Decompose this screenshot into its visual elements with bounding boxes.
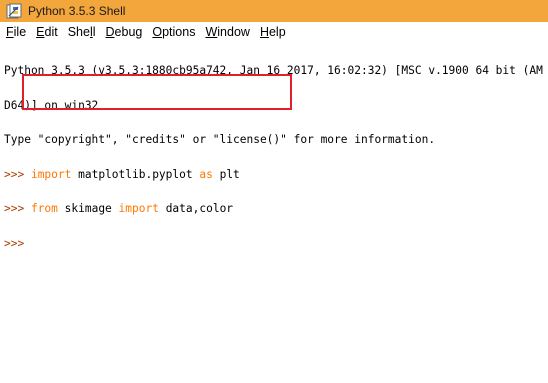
menu-edit-mnemonic: E [36, 25, 45, 39]
menu-options[interactable]: Options [152, 25, 195, 39]
keyword-import: import [118, 202, 159, 215]
title-bar[interactable]: Python 3.5.3 Shell [0, 0, 548, 22]
menu-file[interactable]: File [6, 25, 26, 39]
command-line-3[interactable]: >>> [0, 236, 548, 250]
shell-text-area[interactable]: Python 3.5.3 (v3.5.3:1880cb95a742, Jan 1… [0, 42, 548, 383]
menu-shell-label-start: She [67, 25, 90, 39]
menu-debug[interactable]: Debug [106, 25, 143, 39]
menu-bar: File Edit Shell Debug Options Window Hel… [0, 22, 548, 42]
menu-window-label: indow [217, 25, 250, 39]
idle-shell-window: Python 3.5.3 Shell File Edit Shell Debug… [0, 0, 548, 383]
menu-file-mnemonic: F [6, 25, 14, 39]
banner-text-2: D64)] on win32 [4, 98, 99, 112]
menu-shell-label-end: l [92, 25, 96, 39]
menu-debug-mnemonic: D [105, 25, 115, 39]
menu-window[interactable]: Window [205, 25, 249, 39]
banner-line-1: Python 3.5.3 (v3.5.3:1880cb95a742, Jan 1… [0, 65, 548, 77]
menu-options-label: ptions [162, 25, 196, 39]
command-line-2: >>> from skimage import data,color [0, 203, 548, 215]
shell-prompt: >>> [4, 202, 31, 215]
menu-help-label: elp [268, 25, 286, 39]
python-idle-icon [6, 3, 22, 19]
banner-line-3: Type "copyright", "credits" or "license(… [0, 134, 548, 146]
command-line-1: >>> import matplotlib.pyplot as plt [0, 167, 548, 181]
code-module: matplotlib.pyplot [71, 167, 200, 181]
menu-help-mnemonic: H [259, 25, 269, 39]
keyword-import: import [30, 167, 72, 181]
banner-text-3: Type "copyright", "credits" or "license(… [4, 133, 436, 146]
menu-debug-label: ebug [114, 25, 143, 39]
code-names: data,color [158, 202, 234, 215]
menu-file-label: ile [13, 25, 27, 39]
banner-line-2: D64)] on win32 [0, 98, 548, 112]
keyword-from: from [30, 202, 58, 215]
menu-window-mnemonic: W [205, 25, 218, 39]
banner-text-1: Python 3.5.3 (v3.5.3:1880cb95a742, Jan 1… [4, 64, 543, 77]
shell-prompt: >>> [4, 236, 31, 250]
menu-options-mnemonic: O [152, 25, 163, 39]
keyword-as: as [199, 167, 213, 181]
shell-prompt: >>> [4, 167, 31, 181]
menu-edit[interactable]: Edit [36, 25, 58, 39]
code-package: skimage [57, 202, 119, 215]
menu-edit-label: dit [44, 25, 58, 39]
window-title: Python 3.5.3 Shell [28, 4, 126, 18]
menu-help[interactable]: Help [260, 25, 286, 39]
code-alias: plt [212, 167, 240, 181]
menu-shell[interactable]: Shell [68, 25, 96, 39]
